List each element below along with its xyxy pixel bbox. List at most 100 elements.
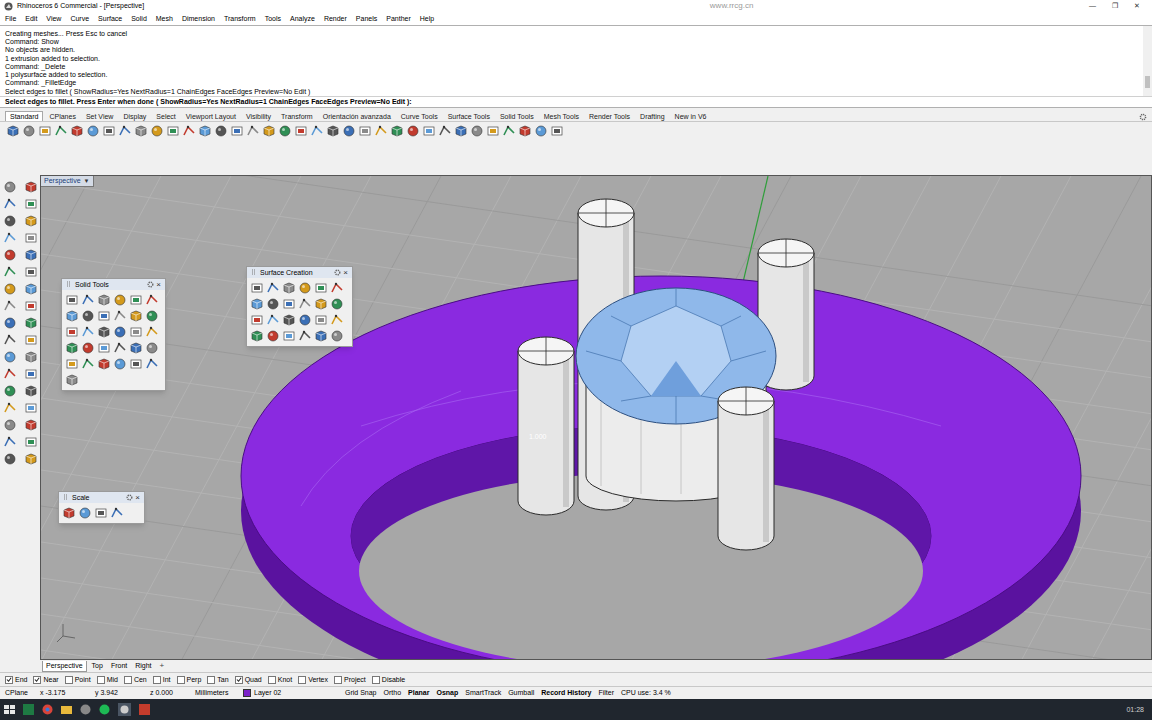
spotify-icon[interactable] [99,704,110,715]
tool-icon[interactable] [246,124,260,138]
toolbar-tab[interactable]: Solid Tools [496,112,538,121]
tool-icon[interactable] [65,309,79,323]
tool-icon[interactable] [24,231,38,245]
floating-panel[interactable]: Scale× [58,491,145,524]
menu-item[interactable]: Analyze [290,13,315,24]
osnap-option[interactable]: Point [65,675,91,685]
tool-icon[interactable] [310,124,324,138]
tool-icon[interactable] [262,124,276,138]
model-view[interactable] [41,176,1152,660]
tool-icon[interactable] [102,124,116,138]
menu-item[interactable]: File [5,13,16,24]
tool-icon[interactable] [78,506,92,520]
tool-icon[interactable] [134,124,148,138]
tool-icon[interactable] [97,293,111,307]
tool-icon[interactable] [3,350,17,364]
tool-icon[interactable] [298,281,312,295]
status-toggle[interactable]: Osnap [436,688,458,698]
tool-icon[interactable] [6,124,20,138]
menu-item[interactable]: Panther [386,13,411,24]
tool-icon[interactable] [422,124,436,138]
tool-icon[interactable] [38,124,52,138]
tool-icon[interactable] [298,329,312,343]
toolbar-tab[interactable]: Set View [82,112,118,121]
tool-icon[interactable] [24,452,38,466]
tool-icon[interactable] [65,357,79,371]
tool-icon[interactable] [266,329,280,343]
toolbar-tab[interactable]: Transform [277,112,317,121]
floating-panel[interactable]: Surface Creation× [246,266,353,347]
gear-icon[interactable] [147,281,154,288]
toolbar-tab[interactable]: Surface Tools [444,112,494,121]
menu-item[interactable]: Mesh [156,13,173,24]
tool-icon[interactable] [81,309,95,323]
tool-icon[interactable] [24,265,38,279]
osnap-option[interactable]: Perp [177,675,202,685]
viewport-tab[interactable]: Front [108,661,130,671]
rhino-taskbar-icon[interactable] [118,703,131,716]
tool-icon[interactable] [3,435,17,449]
tool-icon[interactable] [113,357,127,371]
tool-icon[interactable] [129,341,143,355]
tool-icon[interactable] [24,418,38,432]
tool-icon[interactable] [113,309,127,323]
osnap-option[interactable]: Vertex [298,675,328,685]
prong[interactable] [518,337,574,515]
tool-icon[interactable] [70,124,84,138]
tool-icon[interactable] [86,124,100,138]
status-toggle[interactable]: SmartTrack [465,688,501,698]
tool-icon[interactable] [266,281,280,295]
menu-item[interactable]: View [46,13,61,24]
close-button[interactable]: × [343,268,348,277]
osnap-checkbox[interactable] [97,676,105,684]
osnap-option[interactable]: Quad [235,675,262,685]
tool-icon[interactable] [550,124,564,138]
current-layer[interactable]: Layer 02 [243,688,345,698]
tool-icon[interactable] [278,124,292,138]
viewport-title[interactable]: Perspective▼ [41,176,94,187]
toolbar-tab[interactable]: Viewport Layout [182,112,240,121]
viewport-tab[interactable]: Perspective [42,661,87,672]
toolbar-tab[interactable]: Mesh Tools [540,112,583,121]
tool-icon[interactable] [182,124,196,138]
tool-icon[interactable] [3,282,17,296]
tool-icon[interactable] [3,316,17,330]
tool-icon[interactable] [358,124,372,138]
status-toggle[interactable]: Planar [408,688,429,698]
tool-icon[interactable] [486,124,500,138]
scrollbar[interactable] [1143,26,1152,96]
tool-icon[interactable] [110,506,124,520]
tool-icon[interactable] [81,341,95,355]
viewport-tab[interactable]: Top [89,661,106,671]
tool-icon[interactable] [145,325,159,339]
menu-item[interactable]: Edit [25,13,37,24]
tool-icon[interactable] [24,316,38,330]
menu-item[interactable]: Tools [265,13,281,24]
osnap-checkbox[interactable] [235,676,243,684]
osnap-option[interactable]: Near [33,675,58,685]
osnap-checkbox[interactable] [33,676,41,684]
add-viewport-tab[interactable]: + [157,661,168,671]
tool-icon[interactable] [54,124,68,138]
osnap-option[interactable]: Knot [268,675,292,685]
tool-icon[interactable] [145,357,159,371]
tool-icon[interactable] [24,282,38,296]
tool-icon[interactable] [24,367,38,381]
panel-title-bar[interactable]: Solid Tools× [62,279,165,290]
folder-icon[interactable] [61,704,72,715]
osnap-option[interactable]: Cen [124,675,147,685]
osnap-option[interactable]: Tan [207,675,228,685]
tool-icon[interactable] [24,333,38,347]
tool-icon[interactable] [3,214,17,228]
tool-icon[interactable] [24,435,38,449]
app-icon[interactable] [80,704,91,715]
menu-item[interactable]: Transform [224,13,256,24]
tool-icon[interactable] [81,293,95,307]
tool-icon[interactable] [3,452,17,466]
tool-icon[interactable] [24,350,38,364]
menu-item[interactable]: Panels [356,13,377,24]
tool-icon[interactable] [97,341,111,355]
tool-icon[interactable] [298,297,312,311]
tool-icon[interactable] [406,124,420,138]
command-prompt[interactable]: Select edges to fillet. Press Enter when… [0,96,1152,107]
